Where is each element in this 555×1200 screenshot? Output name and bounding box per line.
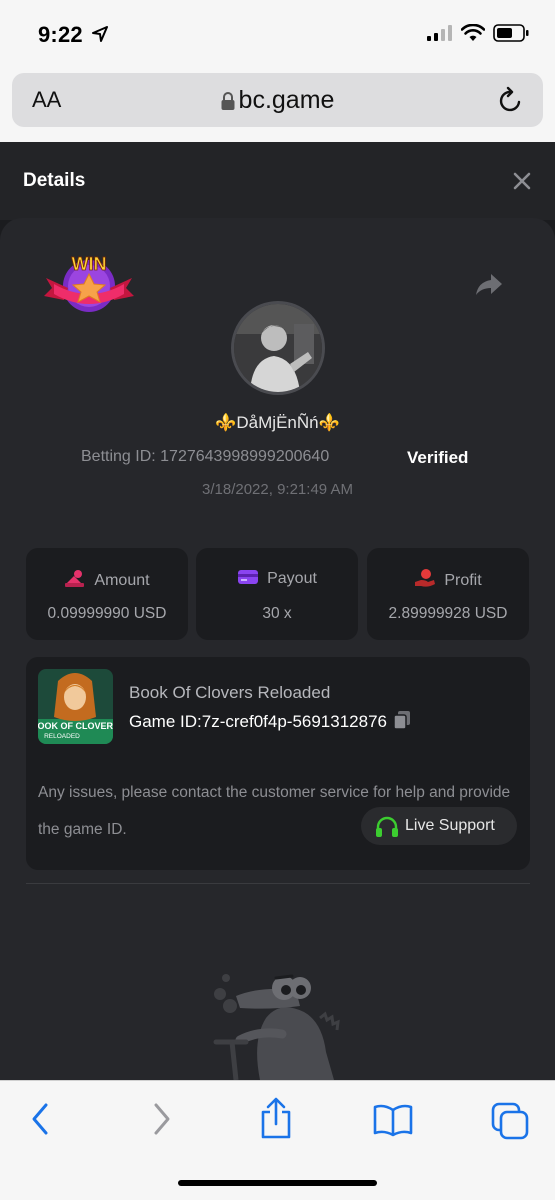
stat-amount-value: 0.09999990 USD	[47, 605, 167, 622]
divider	[26, 883, 530, 884]
thumb-subtitle: RELOADED	[44, 733, 80, 740]
signal-icon	[427, 25, 452, 41]
live-support-button[interactable]: Live Support	[361, 807, 517, 845]
game-thumbnail-art: BOOK OF CLOVERS RELOADED	[38, 669, 113, 744]
win-badge-icon: WIN	[44, 254, 134, 312]
stat-profit: Profit 2.89999928 USD	[367, 548, 529, 640]
copy-icon[interactable]	[393, 710, 411, 730]
stat-payout: Payout 30 x	[196, 548, 358, 640]
url-display[interactable]: bc.game	[12, 86, 543, 115]
avatar-photo	[234, 304, 322, 392]
crocodile-mascot-illustration	[213, 974, 340, 1080]
reload-icon[interactable]	[497, 85, 525, 115]
wifi-icon	[461, 24, 485, 41]
game-id: Game ID:7z-cref0f4p-5691312876	[129, 710, 411, 732]
game-info-panel: BOOK OF CLOVERS RELOADED Book Of Clovers…	[26, 657, 530, 870]
stat-profit-label: Profit	[367, 568, 529, 590]
live-support-label: Live Support	[405, 817, 495, 834]
thumb-title: BOOK OF CLOVERS	[38, 721, 113, 731]
back-icon[interactable]	[28, 1101, 54, 1137]
username: ⚜️DåMjËnÑń⚜️	[215, 413, 340, 432]
lock-icon	[221, 92, 235, 110]
stat-profit-value: 2.89999928 USD	[388, 605, 508, 622]
details-header: Details	[0, 142, 555, 220]
win-badge-text: WIN	[72, 254, 107, 274]
stat-payout-value: 30 x	[262, 605, 292, 622]
close-icon[interactable]	[511, 170, 533, 192]
stat-amount: Amount 0.09999990 USD	[26, 548, 188, 640]
forward-icon[interactable]	[148, 1101, 174, 1137]
browser-top-chrome: 9:22 AA bc.game	[0, 0, 555, 142]
amount-icon	[65, 570, 85, 587]
game-thumbnail[interactable]: BOOK OF CLOVERS RELOADED	[38, 669, 113, 744]
stat-payout-label: Payout	[196, 568, 358, 588]
profit-icon	[415, 569, 436, 587]
share-icon[interactable]	[474, 272, 504, 298]
card-icon	[238, 570, 259, 584]
stat-amount-label: Amount	[26, 568, 188, 590]
home-indicator	[178, 1180, 377, 1186]
avatar	[231, 301, 325, 395]
battery-icon	[493, 24, 529, 42]
location-arrow-icon	[92, 26, 108, 42]
status-time: 9:22	[38, 22, 83, 47]
details-title: Details	[23, 170, 86, 191]
address-bar[interactable]: AA bc.game	[12, 73, 543, 127]
bookmarks-icon[interactable]	[372, 1103, 414, 1137]
share-sheet-icon[interactable]	[258, 1097, 294, 1139]
tabs-icon[interactable]	[490, 1101, 530, 1141]
url-text: bc.game	[238, 86, 335, 114]
betting-id: Betting ID: 1727643998999200640	[81, 448, 330, 465]
verified-label[interactable]: Verified	[407, 448, 468, 468]
game-name[interactable]: Book Of Clovers Reloaded	[129, 683, 330, 703]
status-icons	[427, 24, 529, 42]
bet-datetime: 3/18/2022, 9:21:49 AM	[202, 481, 353, 498]
headset-icon	[376, 816, 398, 837]
